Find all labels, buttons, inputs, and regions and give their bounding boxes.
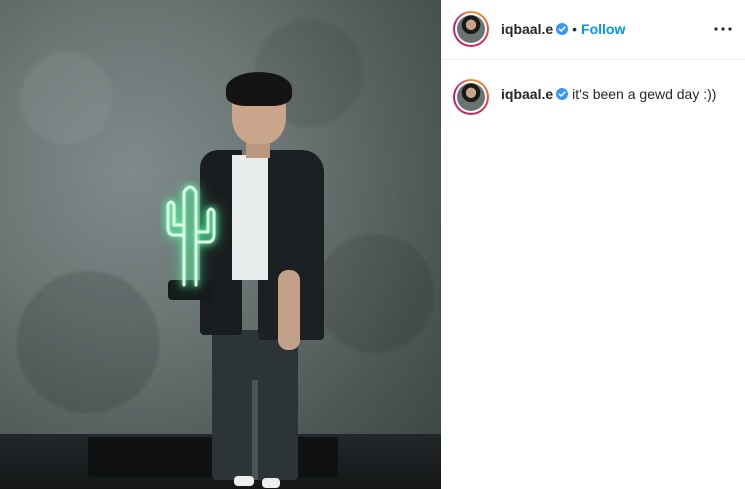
photo-person-pants-gap [252, 380, 258, 480]
photo-person-arm [278, 270, 300, 350]
photo-person-shoe [262, 478, 280, 488]
verified-badge-icon [556, 23, 569, 35]
photo-person-tshirt [232, 155, 268, 280]
avatar[interactable] [453, 79, 489, 115]
avatar[interactable] [453, 11, 489, 47]
caption-body: it's been a gewd day :)) [572, 86, 717, 102]
caption-text-row: iqbaal.e it's been a gewd day :)) [501, 86, 716, 102]
post-header: iqbaal.e • Follow [441, 0, 745, 60]
avatar-border [455, 81, 487, 113]
avatar-image [457, 83, 485, 111]
author-username[interactable]: iqbaal.e [501, 21, 553, 37]
post-side-panel: iqbaal.e • Follow iqbaal.e it's been a ge… [441, 0, 745, 489]
header-info: iqbaal.e • Follow [501, 21, 625, 37]
neon-cactus-icon [166, 185, 216, 287]
avatar-border [455, 13, 487, 45]
separator-dot: • [572, 21, 578, 37]
more-horizontal-icon[interactable] [711, 17, 735, 41]
avatar-image [457, 15, 485, 43]
photo-person-shoe [234, 476, 254, 486]
photo-person-hair [226, 72, 292, 106]
post-photo[interactable] [0, 0, 441, 489]
follow-button[interactable]: Follow [581, 21, 625, 37]
verified-badge-icon [556, 88, 569, 100]
caption-username[interactable]: iqbaal.e [501, 86, 553, 102]
